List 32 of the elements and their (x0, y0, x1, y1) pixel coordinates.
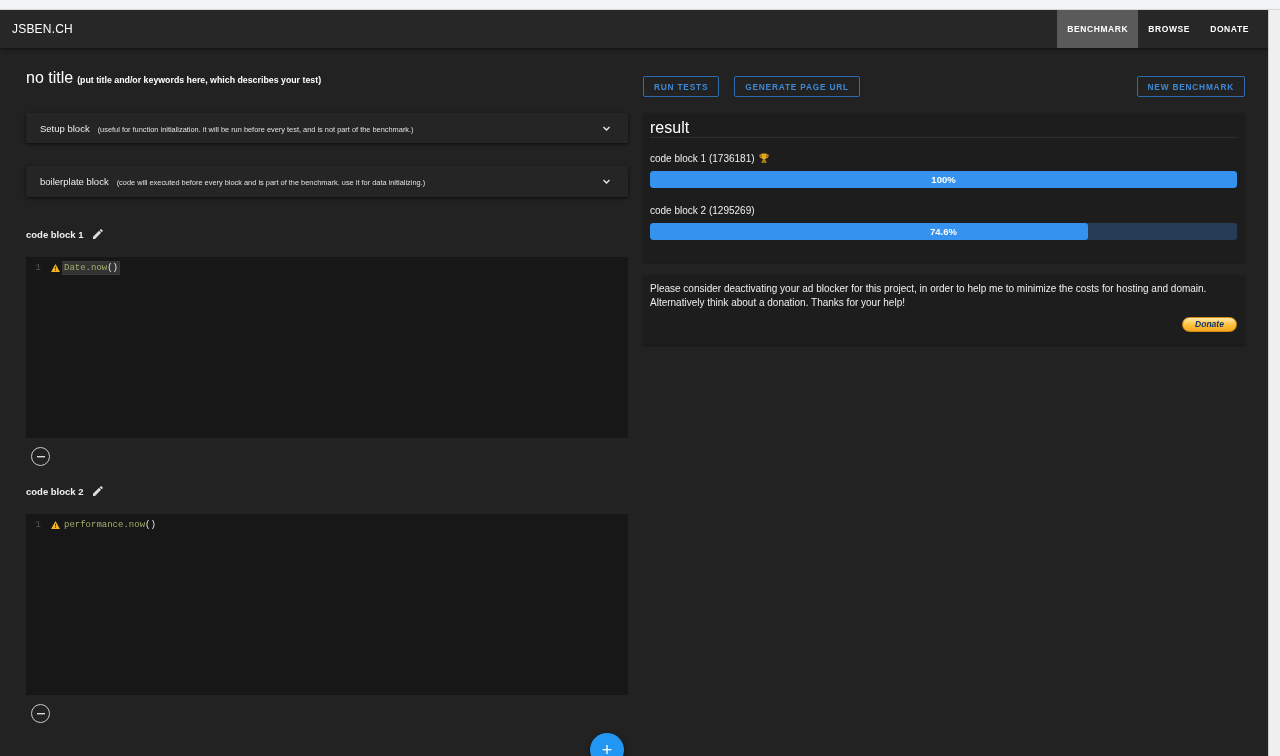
percent-label: 74.6% (930, 225, 957, 239)
donate-button[interactable]: Donate (1182, 317, 1237, 332)
rename-button[interactable] (92, 486, 103, 496)
result-label: code block 2 (1295269) (650, 204, 755, 216)
action-button[interactable]: GENERATE PAGE URL (734, 76, 860, 97)
action-button[interactable]: NEW BENCHMARK (1136, 76, 1245, 97)
line-number: 1 (34, 263, 41, 273)
code-block-name: code block 2 (26, 485, 84, 497)
percent-label: 100% (931, 173, 956, 187)
code-editor[interactable]: 1 Date.now() (26, 257, 628, 438)
title-hint: (put title and/or keywords here, which describes your test) (77, 75, 322, 85)
result-label: code block 1 (1736181) (650, 152, 755, 164)
result-heading: result (650, 119, 1237, 138)
code-editor[interactable]: 1 performance.now() (26, 514, 628, 695)
panel-title: Setup block (40, 122, 90, 134)
action-button[interactable]: RUN TESTS (643, 76, 720, 97)
pencil-icon (92, 229, 103, 239)
nav-tab[interactable]: BROWSE (1138, 10, 1201, 48)
site-logo[interactable]: JSBEN.CH (12, 22, 73, 36)
notice-text: Please consider deactivating your ad blocker for this project, in order to help me to minimize the costs for hosting and domain. Alternatively think about a donation. Thanks for your help! (650, 282, 1208, 310)
minus-icon (36, 455, 45, 458)
nav-tab[interactable]: BENCHMARK (1057, 10, 1139, 48)
rename-button[interactable] (92, 229, 103, 239)
nav-tab[interactable]: DONATE (1200, 10, 1259, 48)
pencil-icon (92, 486, 103, 496)
test-title[interactable]: no title (26, 69, 74, 87)
panel-title: boilerplate block (40, 176, 109, 187)
code-block-name: code block 1 (26, 228, 84, 240)
line-number: 1 (34, 520, 41, 530)
code-text: Date.now() (62, 261, 121, 275)
code-text: performance.now() (63, 519, 157, 532)
minus-icon (36, 712, 45, 715)
